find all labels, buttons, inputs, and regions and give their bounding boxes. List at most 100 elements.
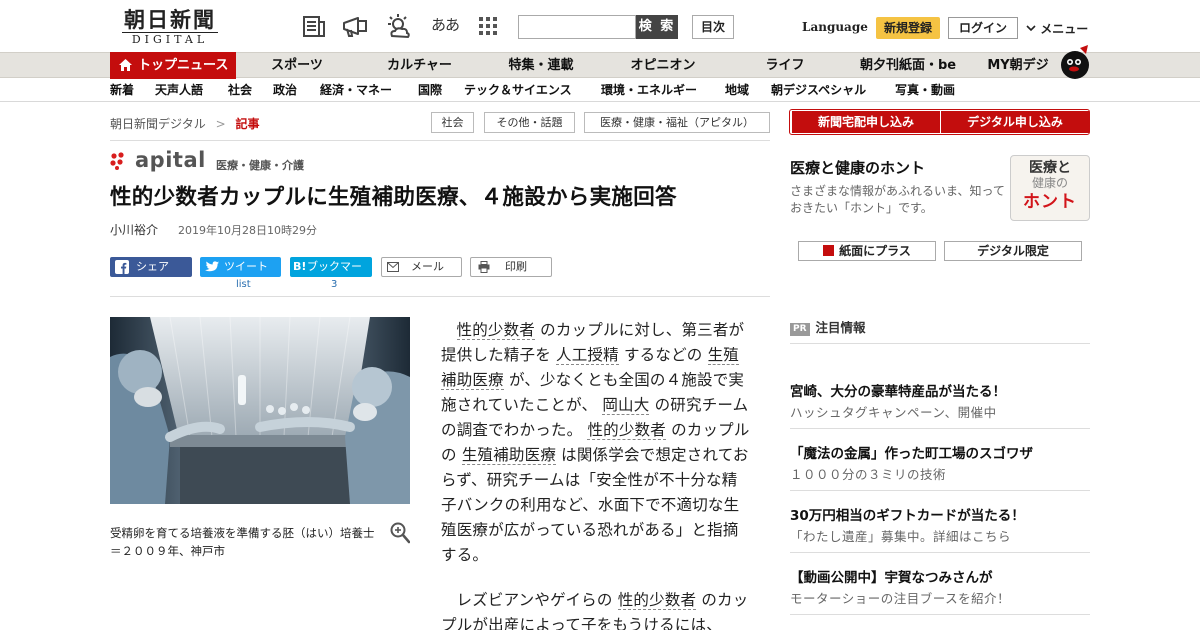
divider: [790, 552, 1090, 553]
honto-description: さまざまな情報があふれるいま、知っておきたい「ホント」です。: [790, 184, 1005, 215]
mascot-icon[interactable]: [1058, 45, 1092, 79]
twitter-share-button[interactable]: ツイート: [200, 257, 281, 277]
keyword-link[interactable]: 生殖補助医療: [461, 446, 557, 465]
tag-society[interactable]: 社会: [431, 112, 474, 133]
gnav-top-news[interactable]: トップニュース: [110, 52, 236, 79]
pr-item-title[interactable]: 「魔法の金属」作った町工場のスゴワザ: [790, 442, 1033, 462]
breadcrumb-home[interactable]: 朝日新聞デジタル: [110, 117, 206, 131]
megaphone-icon[interactable]: [342, 14, 368, 40]
keyword-link[interactable]: 性的少数者: [587, 421, 666, 440]
keyword-link[interactable]: 岡山大: [602, 396, 650, 415]
article-paragraph: 性的少数者 のカップルに対し、第三者が提供した精子を 人工授精 するなどの 生殖…: [441, 318, 751, 568]
hatena-bookmark-button[interactable]: B! ブックマーク: [290, 257, 372, 293]
subnav-item-economy[interactable]: 経済・マネー: [320, 79, 392, 101]
breadcrumb-current: 記事: [235, 117, 260, 131]
pr-item-title[interactable]: 宮崎、大分の豪華特産品が当たる！: [790, 380, 1006, 400]
article-author[interactable]: 小川裕介: [110, 221, 158, 238]
honto-logo[interactable]: 医療と 健康の ホント: [1010, 155, 1090, 221]
pr-item-subtitle[interactable]: 「わたし遺産」募集中。詳細はこちら: [790, 526, 1011, 545]
mail-icon: [387, 262, 399, 272]
gnav-item-features[interactable]: 特集・連載: [500, 53, 582, 78]
apital-mark-icon: [110, 152, 124, 170]
pr-item-subtitle[interactable]: ハッシュタグキャンペーン、開催中: [790, 402, 997, 421]
divider: [110, 296, 770, 297]
subnav-item-special[interactable]: 朝デジスペシャル: [771, 79, 866, 101]
font-size-icon[interactable]: ああ: [431, 14, 460, 35]
subscribe-home-button[interactable]: 新聞宅配申し込み: [792, 111, 940, 133]
breadcrumb: 朝日新聞デジタル > 記事: [110, 115, 260, 132]
subnav-item-local[interactable]: 地域: [725, 79, 749, 101]
divider: [790, 428, 1090, 429]
subnav-item-international[interactable]: 国際: [418, 79, 442, 101]
subscribe-digital-button[interactable]: デジタル申し込み: [941, 111, 1089, 133]
pr-item-title[interactable]: 【動画公開中】宇賀なつみさんが: [790, 566, 993, 586]
subnav-item-politics[interactable]: 政治: [273, 79, 297, 101]
gnav-item-sports[interactable]: スポーツ: [262, 53, 332, 78]
gnav-item-opinion[interactable]: オピニオン: [622, 53, 704, 78]
pr-heading: PR 注目情報: [790, 317, 866, 336]
digital-limited-button[interactable]: デジタル限定: [944, 241, 1082, 261]
pr-item-subtitle[interactable]: １０００分の３ミリの技術: [790, 464, 946, 483]
gnav-item-my[interactable]: MY朝デジ: [984, 53, 1052, 78]
login-button[interactable]: ログイン: [948, 17, 1018, 39]
article-date: 2019年10月28日10時29分: [178, 224, 317, 237]
tag-other[interactable]: その他・話題: [484, 112, 575, 133]
facebook-share-label: シェア: [136, 260, 169, 273]
facebook-icon: [115, 260, 129, 274]
pr-item-title[interactable]: 30万円相当のギフトカードが当たる！: [790, 504, 1025, 524]
search-button[interactable]: 検 索: [636, 15, 678, 39]
subnav-item-latest[interactable]: 新着: [110, 79, 134, 101]
subnav-item-tenseijingo[interactable]: 天声人語: [155, 79, 203, 101]
honto-logo-line-1: 医療と: [1029, 160, 1071, 176]
paragraph-text: レズビアンやゲイらの: [456, 591, 618, 609]
keyword-link[interactable]: 性的少数者: [617, 591, 697, 610]
language-link[interactable]: Language: [802, 20, 868, 34]
article-photo[interactable]: [110, 317, 410, 504]
menu-label: メニュー: [1040, 22, 1089, 36]
zoom-icon[interactable]: [390, 522, 410, 544]
tag-apital[interactable]: 医療・健康・福祉（アピタル）: [584, 112, 770, 133]
lab-photo-illustration: [110, 317, 410, 504]
keyword-link[interactable]: 人工授精: [556, 346, 619, 365]
chevron-down-icon: [1026, 25, 1036, 32]
paper-plus-button[interactable]: 紙面にプラス: [798, 241, 936, 261]
table-of-contents-button[interactable]: 目次: [692, 15, 734, 39]
twitter-share-label: ツイート: [224, 260, 268, 273]
apital-subtitle: 医療・健康・介護: [216, 159, 304, 172]
photo-caption: 受精卵を育てる培養液を準備する胚（はい）培養士＝２００９年、神戸市: [110, 526, 375, 558]
gnav-item-print[interactable]: 朝夕刊紙面・be: [858, 53, 958, 78]
gnav-item-life[interactable]: ライフ: [758, 53, 812, 78]
honto-title[interactable]: 医療と健康のホント: [790, 157, 925, 178]
subnav-item-society[interactable]: 社会: [228, 79, 252, 101]
site-header: 朝日新聞 DIGITAL ああ 検 索 目次 Language 新規登録 ログイ…: [0, 0, 1200, 52]
hatena-count[interactable]: 3: [331, 279, 337, 290]
home-icon: [119, 59, 132, 71]
apital-wordmark: apital: [135, 148, 206, 172]
signup-button[interactable]: 新規登録: [876, 17, 940, 39]
article-paragraph: レズビアンやゲイらの 性的少数者 のカップルが出産によって子をもうけるには、: [441, 588, 751, 630]
honto-logo-line-3: ホント: [1023, 192, 1077, 212]
sub-nav: 新着 天声人語 社会 政治 経済・マネー 国際 テック＆サイエンス 環境・エネル…: [0, 79, 1200, 102]
paper-plus-label: 紙面にプラス: [839, 244, 911, 258]
gnav-top-label: トップニュース: [138, 58, 229, 73]
global-nav: トップニュース スポーツ カルチャー 特集・連載 オピニオン ライフ 朝夕刊紙面…: [0, 45, 1200, 79]
subnav-item-environment[interactable]: 環境・エネルギー: [601, 79, 697, 101]
newspaper-icon[interactable]: [301, 14, 327, 40]
twitter-count[interactable]: list: [236, 279, 251, 290]
subnav-item-tech[interactable]: テック＆サイエンス: [464, 79, 572, 101]
weather-icon[interactable]: [386, 14, 412, 40]
print-button[interactable]: 印刷: [470, 257, 552, 277]
divider: [110, 140, 770, 141]
honto-logo-line-2: 健康の: [1031, 176, 1068, 190]
subnav-item-photo[interactable]: 写真・動画: [895, 79, 955, 101]
menu-button[interactable]: メニュー: [1026, 20, 1088, 37]
mail-share-button[interactable]: メール: [381, 257, 462, 277]
keyword-link[interactable]: 性的少数者: [456, 321, 536, 340]
search-input[interactable]: [518, 15, 636, 39]
gnav-item-culture[interactable]: カルチャー: [382, 53, 457, 78]
asahi-logo[interactable]: 朝日新聞 DIGITAL: [110, 8, 230, 48]
facebook-share-button[interactable]: シェア: [110, 257, 192, 277]
grid-icon[interactable]: [478, 16, 498, 36]
twitter-icon: [205, 261, 219, 272]
pr-item-subtitle[interactable]: モーターショーの注目ブースを紹介！: [790, 588, 1010, 607]
